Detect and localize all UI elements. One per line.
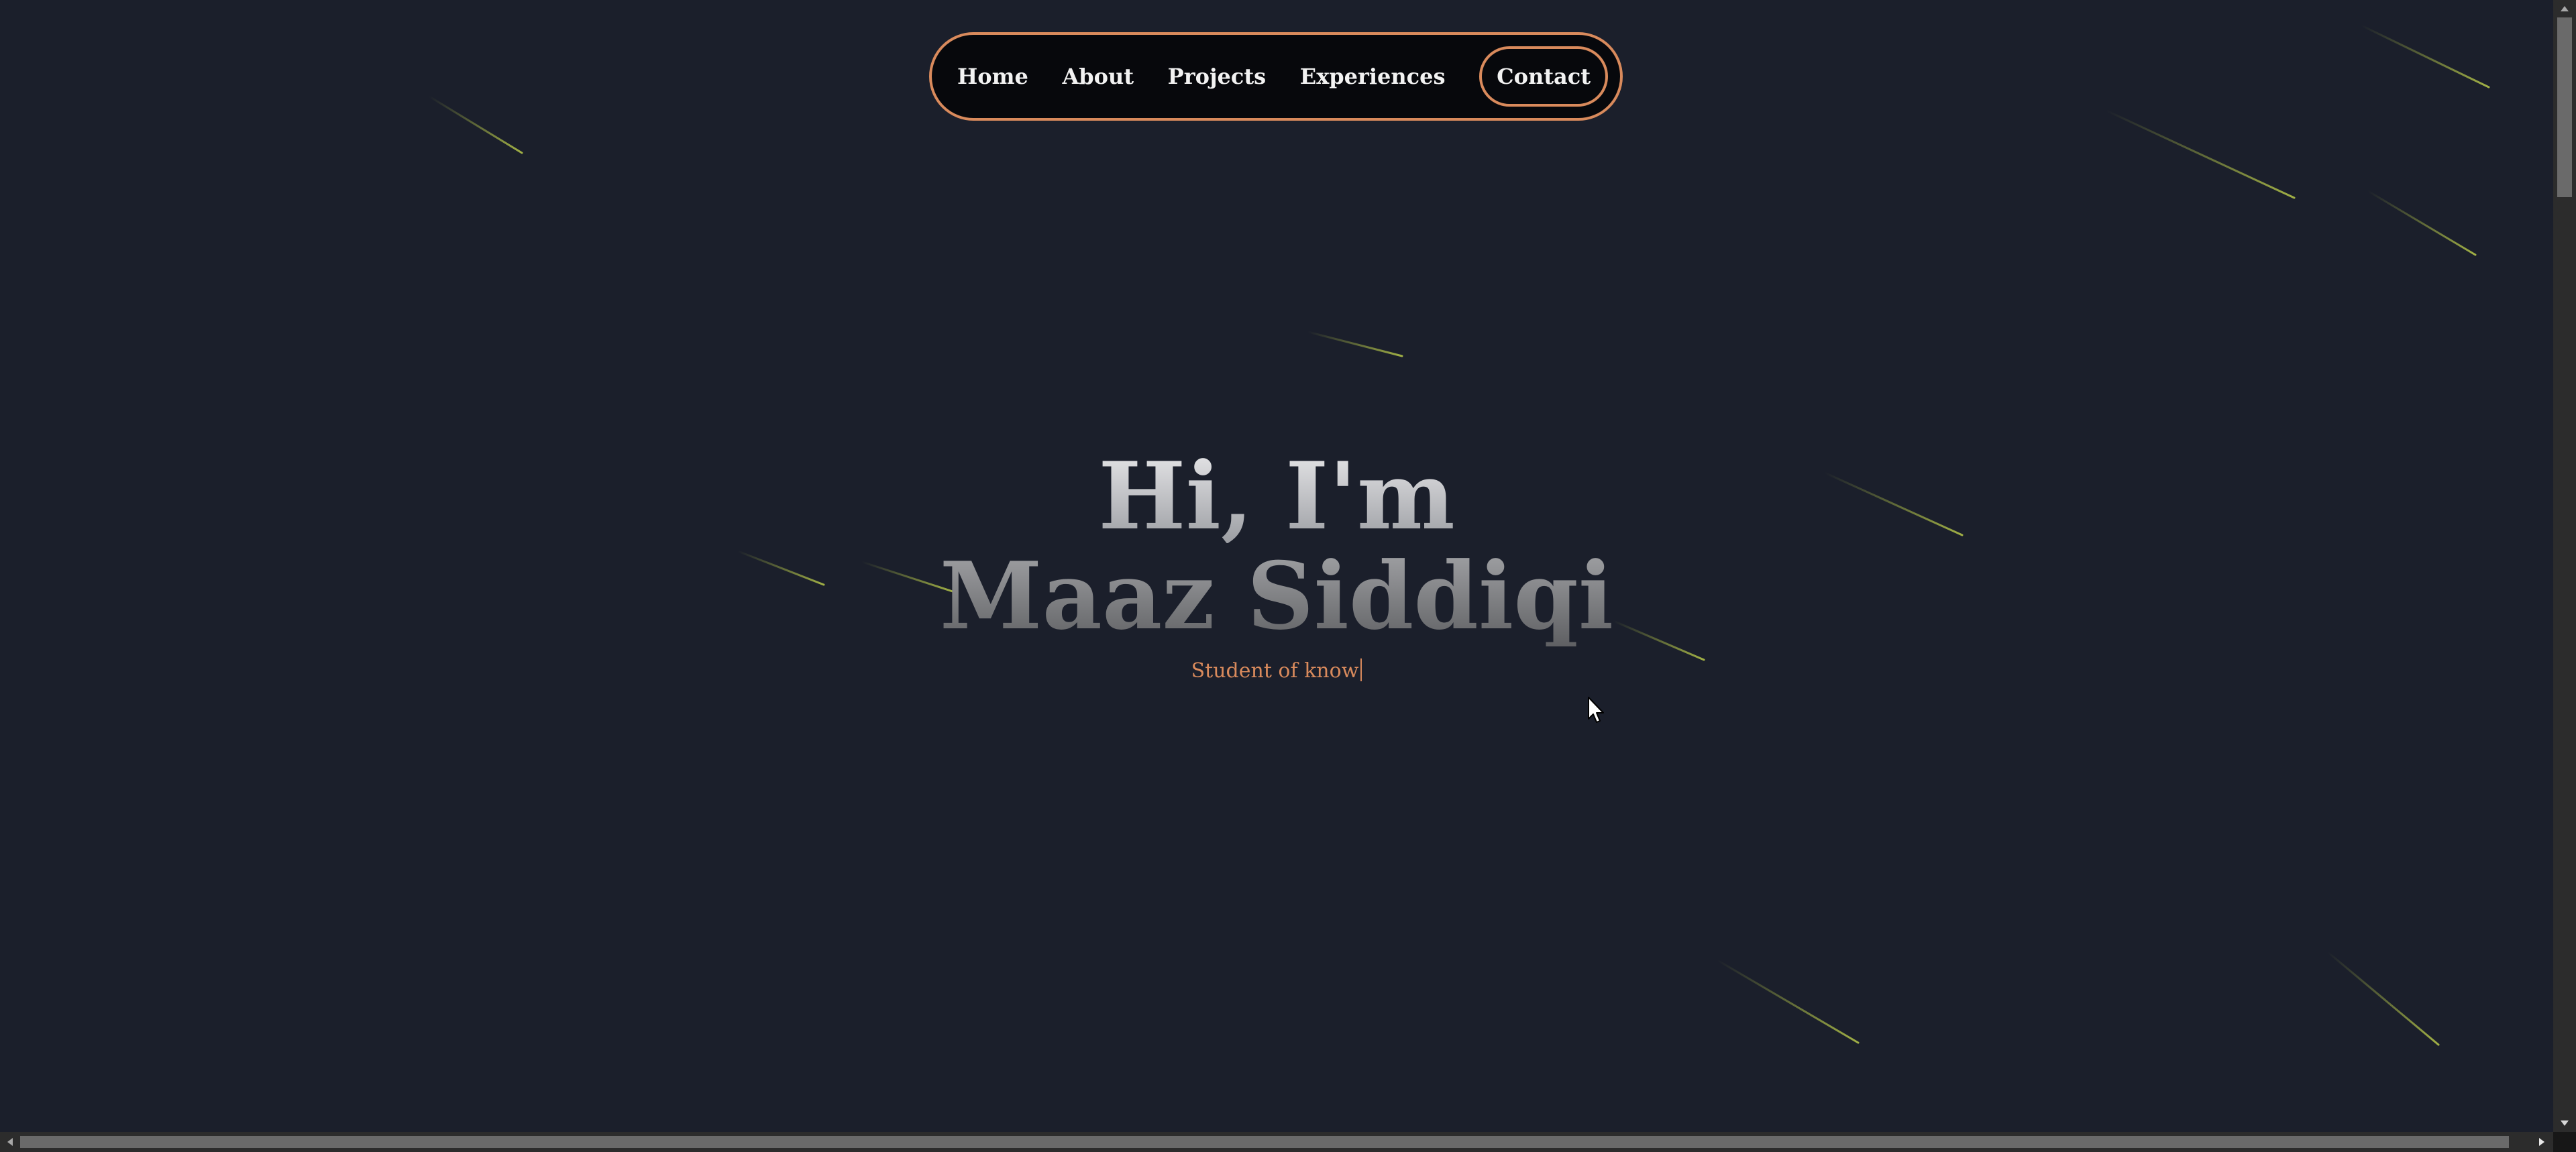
nav-projects-link[interactable]: Projects (1168, 64, 1266, 89)
star-streak (1307, 331, 1403, 357)
horizontal-scroll-thumb[interactable] (20, 1136, 2509, 1148)
star-streak (428, 95, 523, 154)
triangle-up-icon (2561, 6, 2569, 11)
triangle-down-icon (2561, 1120, 2569, 1126)
nav-about-link[interactable]: About (1062, 64, 1134, 89)
triangle-left-icon (7, 1138, 13, 1146)
nav-experiences-link[interactable]: Experiences (1300, 64, 1446, 89)
triangle-right-icon (2539, 1138, 2544, 1146)
star-streak (2105, 109, 2296, 199)
typed-text: Student of know (1191, 659, 1359, 683)
star-streak (1716, 959, 1860, 1044)
horizontal-scrollbar[interactable] (0, 1132, 2553, 1152)
vertical-scrollbar[interactable] (2553, 0, 2576, 1132)
star-streak (2360, 24, 2490, 89)
main-nav: Home About Projects Experiences Contact (929, 32, 1623, 121)
page-viewport: Home About Projects Experiences Contact … (0, 0, 2553, 1132)
scroll-up-button[interactable] (2553, 0, 2576, 17)
scroll-right-button[interactable] (2530, 1133, 2553, 1151)
mouse-pointer-icon (1588, 697, 1604, 723)
nav-home-link[interactable]: Home (957, 64, 1028, 89)
hero-name: Maaz Siddiqi (0, 546, 2553, 646)
vertical-scroll-thumb[interactable] (2557, 17, 2572, 197)
star-streak (2367, 190, 2477, 256)
hero-greeting: Hi, I'm (0, 449, 2553, 543)
star-streak (2326, 951, 2440, 1046)
scroll-left-button[interactable] (0, 1133, 20, 1151)
nav-contact-button[interactable]: Contact (1479, 46, 1608, 107)
typing-caret (1360, 658, 1362, 681)
hero-typed-subtitle: Student of know (0, 658, 2553, 683)
scroll-down-button[interactable] (2553, 1114, 2576, 1132)
scrollbar-corner (2553, 1132, 2576, 1152)
